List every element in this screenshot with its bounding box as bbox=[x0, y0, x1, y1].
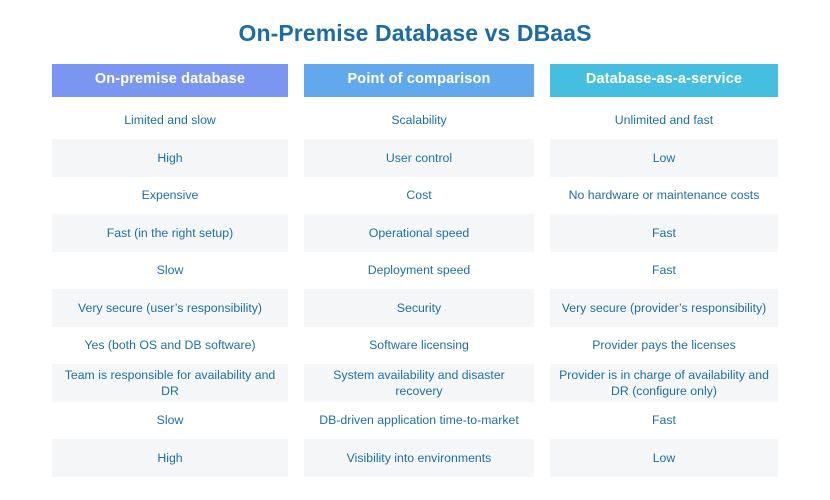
table-cell: Team is responsible for availability and… bbox=[52, 364, 288, 402]
column-header-database-as-a-service: Database-as-a-service bbox=[550, 63, 778, 97]
table-row: Very secure (user’s responsibility) Secur… bbox=[52, 289, 778, 327]
table-cell: Scalability bbox=[391, 113, 447, 128]
table-cell: Low bbox=[550, 439, 778, 477]
table-cell: Software licensing bbox=[369, 338, 469, 353]
table-cell: Very secure (user’s responsibility) bbox=[52, 289, 288, 327]
table-cell: Deployment speed bbox=[367, 263, 471, 278]
table-cell: Fast bbox=[652, 263, 676, 278]
table-cell: Unlimited and fast bbox=[614, 113, 714, 128]
table-row: High Visibility into environments Low bbox=[52, 439, 778, 477]
table-row: Expensive Cost No hardware or maintenance … bbox=[52, 177, 778, 215]
table-cell: Provider pays the licenses bbox=[592, 338, 736, 353]
table-row: Slow DB-driven application time-to-market… bbox=[52, 402, 778, 440]
table-cell: No hardware or maintenance costs bbox=[568, 188, 760, 203]
table-cell: Very secure (provider’s responsibility) bbox=[550, 289, 778, 327]
table-row: Slow Deployment speed Fast bbox=[52, 252, 778, 290]
table-cell: DB-driven application time-to-market bbox=[319, 413, 519, 428]
table-cell: High bbox=[52, 139, 288, 177]
table-cell: User control bbox=[304, 139, 534, 177]
table-cell: Low bbox=[550, 139, 778, 177]
table-cell: Slow bbox=[156, 413, 184, 428]
table-row: High User control Low bbox=[52, 139, 778, 177]
table-cell: Limited and slow bbox=[124, 113, 216, 128]
page-title: On-Premise Database vs DBaaS bbox=[238, 20, 592, 46]
table-header-row: On-premise database Point of comparison … bbox=[52, 63, 778, 97]
table-cell: Slow bbox=[156, 263, 184, 278]
column-header-point-of-comparison: Point of comparison bbox=[304, 63, 534, 97]
table-row: Yes (both OS and DB software) Software li… bbox=[52, 327, 778, 365]
table-cell: Provider is in charge of availability an… bbox=[550, 364, 778, 402]
column-header-on-premise-database: On-premise database bbox=[52, 63, 288, 97]
table-body: Limited and slow Scalability Unlimited and… bbox=[52, 102, 778, 477]
comparison-infographic: On-Premise Database vs DBaaS On-premise … bbox=[0, 0, 830, 500]
table-cell: Operational speed bbox=[304, 214, 534, 252]
comparison-table: On-premise database Point of comparison … bbox=[0, 63, 830, 477]
table-cell: System availability and disaster recover… bbox=[304, 364, 534, 402]
table-cell: Fast (in the right setup) bbox=[52, 214, 288, 252]
table-cell: Security bbox=[304, 289, 534, 327]
table-cell: Visibility into environments bbox=[304, 439, 534, 477]
table-cell: High bbox=[52, 439, 288, 477]
table-row: Fast (in the right setup) Operational spe… bbox=[52, 214, 778, 252]
table-cell: Cost bbox=[406, 188, 432, 203]
table-cell: Yes (both OS and DB software) bbox=[84, 338, 256, 353]
table-row: Team is responsible for availability and… bbox=[52, 364, 778, 402]
table-cell: Fast bbox=[550, 214, 778, 252]
table-cell: Fast bbox=[652, 413, 676, 428]
table-row: Limited and slow Scalability Unlimited and… bbox=[52, 102, 778, 140]
table-cell: Expensive bbox=[141, 188, 199, 203]
